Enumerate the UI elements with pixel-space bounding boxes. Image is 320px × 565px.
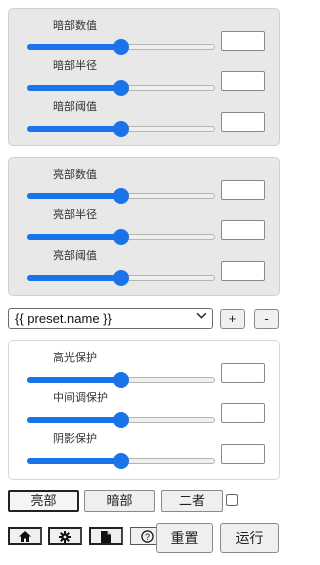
light-amount-slider[interactable] — [27, 188, 215, 204]
highlight-protect-input[interactable] — [221, 363, 265, 383]
light-panel: 亮部数值 亮部半径 亮部阈值 — [8, 157, 280, 296]
shadow-protect-input[interactable] — [221, 444, 265, 464]
remove-preset-button[interactable]: - — [254, 309, 279, 329]
settings-button[interactable] — [48, 527, 82, 545]
slider-fill — [27, 377, 121, 383]
highlight-protect-slider[interactable] — [27, 372, 215, 388]
help-icon: ? — [140, 530, 154, 543]
chevron-down-icon — [196, 310, 207, 327]
slider-fill — [27, 44, 121, 50]
dark-amount-input[interactable] — [221, 31, 265, 51]
light-radius-label: 亮部半径 — [53, 209, 97, 221]
light-threshold-slider[interactable] — [27, 270, 215, 286]
home-icon — [19, 531, 31, 542]
dark-amount-slider[interactable] — [27, 39, 215, 55]
slider-fill — [27, 275, 121, 281]
protection-panel: 高光保护 中间调保护 阴影保护 — [8, 340, 280, 480]
slider-thumb[interactable] — [113, 270, 129, 286]
dark-radius-input[interactable] — [221, 71, 265, 91]
dark-threshold-slider[interactable] — [27, 121, 215, 137]
home-button[interactable] — [8, 527, 42, 545]
reset-button[interactable]: 重置 — [156, 523, 213, 553]
slider-thumb[interactable] — [113, 39, 129, 55]
slider-thumb[interactable] — [113, 80, 129, 96]
run-button[interactable]: 运行 — [220, 523, 279, 553]
file-icon — [101, 531, 111, 543]
dark-threshold-input[interactable] — [221, 112, 265, 132]
slider-fill — [27, 126, 121, 132]
slider-thumb[interactable] — [113, 188, 129, 204]
preset-selected-value: {{ preset.name }} — [15, 311, 112, 326]
preset-select[interactable]: {{ preset.name }} — [8, 308, 213, 329]
light-amount-input[interactable] — [221, 180, 265, 200]
slider-fill — [27, 193, 121, 199]
dark-radius-label: 暗部半径 — [53, 60, 97, 72]
dark-amount-label: 暗部数值 — [53, 20, 97, 32]
slider-fill — [27, 458, 121, 464]
slider-thumb[interactable] — [113, 412, 129, 428]
tab-both[interactable]: 二者 — [161, 490, 223, 512]
slider-fill — [27, 85, 121, 91]
slider-thumb[interactable] — [113, 372, 129, 388]
tab-dark[interactable]: 暗部 — [84, 490, 155, 512]
svg-text:?: ? — [144, 532, 149, 542]
highlight-protect-label: 高光保护 — [53, 352, 97, 364]
light-radius-slider[interactable] — [27, 229, 215, 245]
slider-thumb[interactable] — [113, 453, 129, 469]
shadow-protect-slider[interactable] — [27, 453, 215, 469]
shadow-protect-label: 阴影保护 — [53, 433, 97, 445]
light-threshold-input[interactable] — [221, 261, 265, 281]
both-checkbox[interactable] — [226, 494, 238, 506]
add-preset-button[interactable]: + — [220, 309, 245, 329]
midtone-protect-input[interactable] — [221, 403, 265, 423]
tab-light[interactable]: 亮部 — [8, 490, 79, 512]
light-amount-label: 亮部数值 — [53, 169, 97, 181]
slider-fill — [27, 234, 121, 240]
light-radius-input[interactable] — [221, 220, 265, 240]
dark-threshold-label: 暗部阈值 — [53, 101, 97, 113]
slider-fill — [27, 417, 121, 423]
gear-icon — [59, 531, 71, 543]
slider-thumb[interactable] — [113, 121, 129, 137]
file-button[interactable] — [89, 527, 123, 545]
dark-radius-slider[interactable] — [27, 80, 215, 96]
light-threshold-label: 亮部阈值 — [53, 250, 97, 262]
midtone-protect-slider[interactable] — [27, 412, 215, 428]
midtone-protect-label: 中间调保护 — [53, 392, 108, 404]
slider-thumb[interactable] — [113, 229, 129, 245]
dark-panel: 暗部数值 暗部半径 暗部阈值 — [8, 8, 280, 146]
